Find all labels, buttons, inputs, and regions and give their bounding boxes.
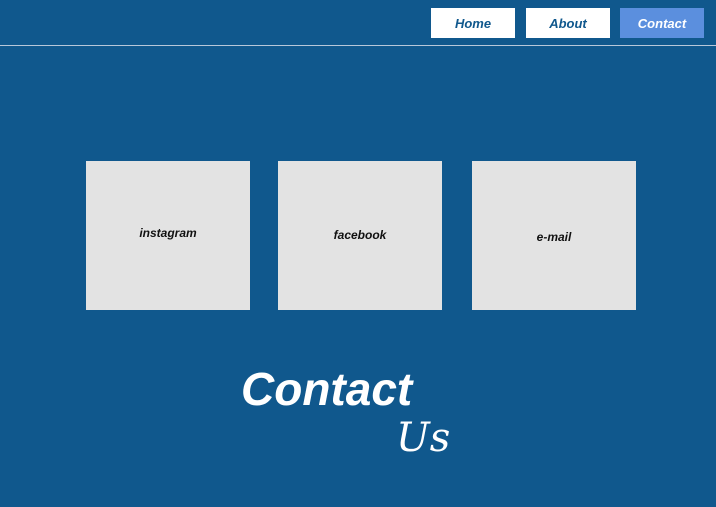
page-title-contact: Contact — [241, 363, 413, 415]
email-card[interactable]: e-mail — [472, 161, 636, 310]
facebook-card[interactable]: facebook — [278, 161, 442, 310]
nav-contact-button[interactable]: Contact — [620, 8, 704, 38]
instagram-card-label: instagram — [139, 226, 197, 240]
top-navbar: Home About Contact — [0, 0, 716, 46]
contact-page: Home About Contact instagram facebook e-… — [0, 0, 716, 507]
email-card-label: e-mail — [536, 230, 572, 244]
nav-about-button[interactable]: About — [526, 8, 610, 38]
facebook-card-label: facebook — [333, 228, 387, 242]
nav-home-button[interactable]: Home — [431, 8, 515, 38]
page-title-us: Us — [396, 415, 451, 461]
instagram-card[interactable]: instagram — [86, 161, 250, 310]
